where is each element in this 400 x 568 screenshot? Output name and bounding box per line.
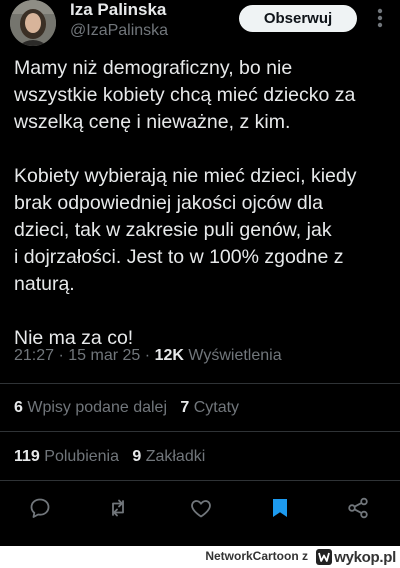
stats-row-reposts: 6 Wpisy podane dalej 7 Cytaty [14,399,239,417]
views-count: 12K [154,347,184,364]
footer-username[interactable]: NetworkCartoon [205,549,298,563]
tweet-line: Mamy niż demograficzny, bo nie [14,57,293,79]
bookmarks-stat[interactable]: 9 Zakładki [132,448,205,465]
likes-label: Polubienia [44,448,119,465]
tweet-text: Mamy niż demograficzny, bo nie wszystkie… [14,55,386,352]
tweet-line: wszystkie kobiety chcą mieć dziecko za [14,84,356,106]
meta-separator: · [144,347,151,364]
likes-stat[interactable]: 119 Polubienia [14,448,119,465]
quotes-count: 7 [180,399,190,416]
divider [0,383,400,384]
views-label: Wyświetlenia [188,347,282,364]
action-bar [0,492,400,524]
quotes-stat[interactable]: 7 Cytaty [180,399,239,416]
tweet-line: brak odpowiedniej jakości ojców dla [14,192,323,214]
reposts-stat[interactable]: 6 Wpisy podane dalej [14,399,167,416]
divider [0,480,400,481]
footer-suffix: z [302,549,308,563]
repost-icon[interactable] [102,492,134,524]
site-name: wykop.pl [334,548,396,566]
tweet-line: dzieci, tak w zakresie puli genów, jak [14,219,332,241]
tweet-line: i dojrzałości. Jest to w 100% zgodne z [14,246,344,268]
footer-bar: NetworkCartoon z wykop.pl [0,546,400,568]
bookmarks-count: 9 [132,448,142,465]
reply-icon[interactable] [24,492,56,524]
more-vertical-icon[interactable] [368,8,392,28]
follow-button[interactable]: Obserwuj [239,5,357,32]
wykop-logo-icon [316,549,333,565]
tweet-line: Kobiety wybierają nie mieć dzieci, kiedy [14,165,357,187]
tweet-date[interactable]: 15 mar 25 [68,347,140,364]
stats-row-likes: 119 Polubienia 9 Zakładki [14,448,205,466]
author-handle[interactable]: @IzaPalinska [70,22,168,40]
tweet-line: wszelką cenę i nieważne, z kim. [14,111,291,133]
tweet-card: Iza Palinska @IzaPalinska Obserwuj Mamy … [0,0,400,546]
heart-icon[interactable] [185,492,217,524]
meta-separator: · [58,347,64,364]
footer-attribution: NetworkCartoon z [205,549,308,563]
tweet-time[interactable]: 21:27 [14,347,54,364]
likes-count: 119 [14,448,40,465]
bookmarks-label: Zakładki [145,448,206,465]
avatar[interactable] [10,0,56,46]
share-icon[interactable] [342,492,374,524]
site-logo[interactable]: wykop.pl [316,547,396,567]
divider [0,431,400,432]
tweet-line: naturą. [14,273,75,295]
reposts-label: Wpisy podane dalej [27,399,167,416]
quotes-label: Cytaty [193,399,240,416]
reposts-count: 6 [14,399,23,416]
tweet-meta: 21:27 · 15 mar 25 · 12K Wyświetlenia [14,347,282,365]
author-name[interactable]: Iza Palinska [70,0,166,20]
bookmark-icon[interactable] [264,492,296,524]
